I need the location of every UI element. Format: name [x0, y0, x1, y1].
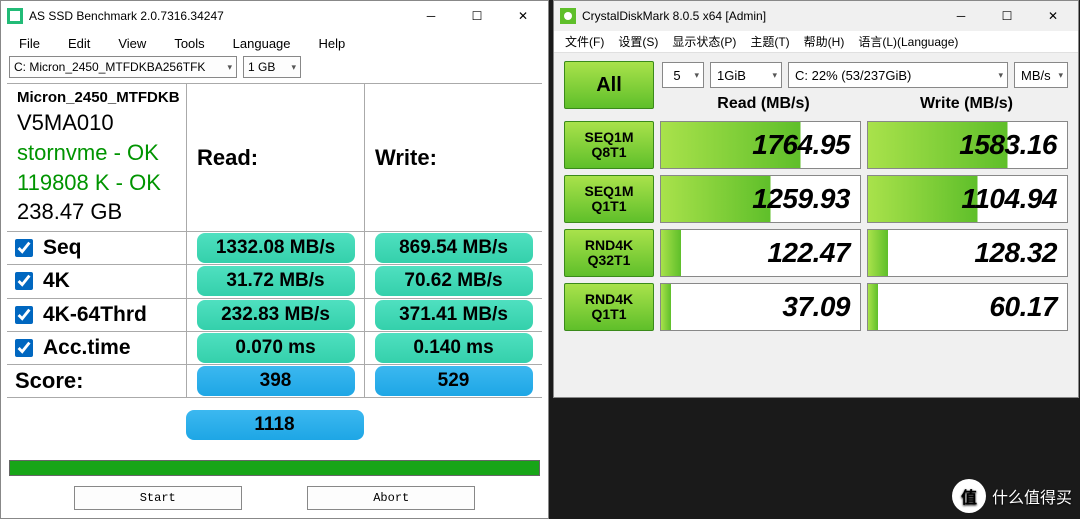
seq-read: 1332.08 MB/s	[197, 233, 355, 263]
drive-info: Micron_2450_MTFDKB V5MA010 stornvme - OK…	[7, 84, 187, 231]
cdm-window-title: CrystalDiskMark 8.0.5 x64 [Admin]	[582, 9, 938, 23]
header-write: Write:	[365, 84, 542, 231]
as-titlebar[interactable]: AS SSD Benchmark 2.0.7316.34247 ─ ☐ ✕	[1, 1, 548, 31]
unit-select[interactable]: MB/s▾	[1014, 62, 1068, 88]
4k64-read: 232.83 MB/s	[197, 300, 355, 330]
cdm-minimize-button[interactable]: ─	[938, 1, 984, 31]
seq1m-q1t1-read: 1259.93	[660, 175, 861, 223]
cdm-menu-help[interactable]: 帮助(H)	[797, 32, 852, 51]
seq-checkbox[interactable]	[15, 239, 33, 257]
cdm-row-seq1m-q8t1: SEQ1M Q8T1 1764.95 1583.16	[564, 121, 1068, 169]
header-read: Read:	[187, 84, 365, 231]
test-row-4k: 4K 31.72 MB/s 70.62 MB/s	[7, 265, 542, 298]
cdm-menu-settings[interactable]: 设置(S)	[611, 32, 665, 51]
seq1m-q8t1-write: 1583.16	[867, 121, 1068, 169]
cdm-menubar: 文件(F) 设置(S) 显示状态(P) 主题(T) 帮助(H) 语言(L)(La…	[554, 31, 1078, 53]
rnd4k-q1t1-button[interactable]: RND4K Q1T1	[564, 283, 654, 331]
acc-write: 0.140 ms	[375, 333, 533, 363]
score-total: 1118	[186, 410, 364, 440]
cdm-row-rnd4k-q1t1: RND4K Q1T1 37.09 60.17	[564, 283, 1068, 331]
acc-checkbox[interactable]	[15, 339, 33, 357]
rnd4k-q32t1-write: 128.32	[867, 229, 1068, 277]
seq-write: 869.54 MB/s	[375, 233, 533, 263]
chevron-down-icon: ▾	[227, 62, 232, 73]
4k-write: 70.62 MB/s	[375, 266, 533, 296]
cdm-maximize-button[interactable]: ☐	[984, 1, 1030, 31]
window-title: AS SSD Benchmark 2.0.7316.34247	[29, 9, 408, 23]
app-icon	[7, 8, 23, 24]
watermark-badge: 值	[952, 479, 986, 513]
cdm-row-seq1m-q1t1: SEQ1M Q1T1 1259.93 1104.94	[564, 175, 1068, 223]
rnd4k-q32t1-button[interactable]: RND4K Q32T1	[564, 229, 654, 277]
minimize-button[interactable]: ─	[408, 1, 454, 31]
cdm-window: CrystalDiskMark 8.0.5 x64 [Admin] ─ ☐ ✕ …	[553, 0, 1079, 398]
test-size-select[interactable]: 1 GB▾	[243, 56, 301, 78]
chevron-down-icon: ▾	[291, 62, 296, 73]
score-write: 529	[375, 366, 533, 396]
cdm-row-rnd4k-q32t1: RND4K Q32T1 122.47 128.32	[564, 229, 1068, 277]
acc-read: 0.070 ms	[197, 333, 355, 363]
close-button[interactable]: ✕	[500, 1, 546, 31]
maximize-button[interactable]: ☐	[454, 1, 500, 31]
cdm-menu-status[interactable]: 显示状态(P)	[665, 32, 743, 51]
rnd4k-q1t1-read: 37.09	[660, 283, 861, 331]
rnd4k-q32t1-read: 122.47	[660, 229, 861, 277]
watermark: 值 什么值得买	[952, 479, 1072, 513]
chevron-down-icon: ▾	[694, 70, 699, 81]
cdm-menu-language[interactable]: 语言(L)(Language)	[851, 32, 965, 51]
cdm-titlebar[interactable]: CrystalDiskMark 8.0.5 x64 [Admin] ─ ☐ ✕	[554, 1, 1078, 31]
abort-button[interactable]: Abort	[307, 486, 475, 510]
start-button[interactable]: Start	[74, 486, 242, 510]
results-table: Micron_2450_MTFDKB V5MA010 stornvme - OK…	[7, 83, 542, 452]
cdm-close-button[interactable]: ✕	[1030, 1, 1076, 31]
test-count-select[interactable]: 5▾	[662, 62, 704, 88]
test-row-4k64: 4K-64Thrd 232.83 MB/s 371.41 MB/s	[7, 299, 542, 332]
score-row: Score: 398 529	[7, 365, 542, 398]
cdm-header-write: Write (MB/s)	[865, 95, 1068, 113]
cdm-menu-file[interactable]: 文件(F)	[558, 32, 611, 51]
chevron-down-icon: ▾	[772, 70, 777, 81]
rnd4k-q1t1-write: 60.17	[867, 283, 1068, 331]
seq1m-q1t1-write: 1104.94	[867, 175, 1068, 223]
all-button[interactable]: All	[564, 61, 654, 109]
seq1m-q1t1-button[interactable]: SEQ1M Q1T1	[564, 175, 654, 223]
4k64-write: 371.41 MB/s	[375, 300, 533, 330]
seq1m-q8t1-read: 1764.95	[660, 121, 861, 169]
drive-select[interactable]: C: Micron_2450_MTFDKBA256TFK▾	[9, 56, 237, 78]
total-row: 1118	[7, 398, 542, 452]
cdm-drive-select[interactable]: C: 22% (53/237GiB)▾	[788, 62, 1008, 88]
4k64-checkbox[interactable]	[15, 306, 33, 324]
cdm-app-icon	[560, 8, 576, 24]
as-menubar: File Edit View Tools Language Help	[1, 31, 548, 55]
menu-edit[interactable]: Edit	[54, 34, 104, 53]
menu-help[interactable]: Help	[305, 34, 360, 53]
cdm-menu-theme[interactable]: 主题(T)	[743, 32, 796, 51]
cdm-header-read: Read (MB/s)	[662, 95, 865, 113]
cdm-size-select[interactable]: 1GiB▾	[710, 62, 782, 88]
chevron-down-icon: ▾	[1058, 70, 1063, 81]
test-row-seq: Seq 1332.08 MB/s 869.54 MB/s	[7, 232, 542, 265]
chevron-down-icon: ▾	[998, 70, 1003, 81]
seq1m-q8t1-button[interactable]: SEQ1M Q8T1	[564, 121, 654, 169]
test-row-acc: Acc.time 0.070 ms 0.140 ms	[7, 332, 542, 365]
4k-checkbox[interactable]	[15, 272, 33, 290]
4k-read: 31.72 MB/s	[197, 266, 355, 296]
watermark-text: 什么值得买	[992, 484, 1072, 508]
score-read: 398	[197, 366, 355, 396]
progress-bar	[9, 460, 540, 476]
menu-language[interactable]: Language	[219, 34, 305, 53]
as-ssd-window: AS SSD Benchmark 2.0.7316.34247 ─ ☐ ✕ Fi…	[0, 0, 549, 519]
menu-file[interactable]: File	[5, 34, 54, 53]
menu-view[interactable]: View	[104, 34, 160, 53]
menu-tools[interactable]: Tools	[160, 34, 218, 53]
